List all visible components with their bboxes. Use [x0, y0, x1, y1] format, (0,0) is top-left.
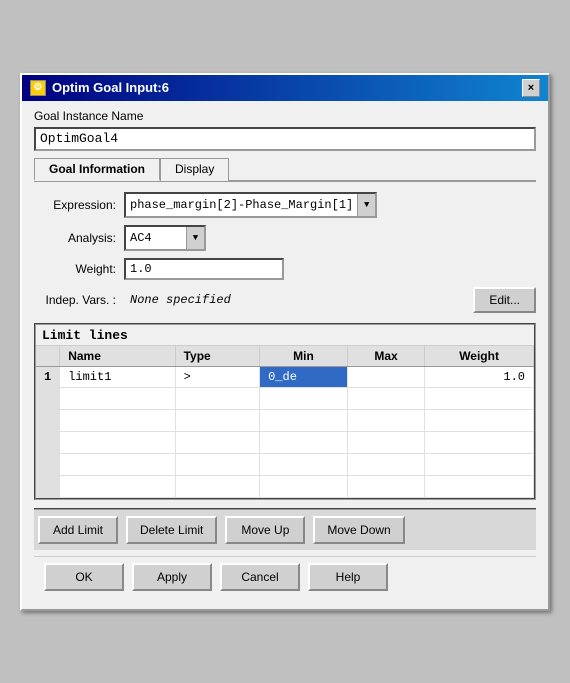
window-content: Goal Instance Name Goal Information Disp… [22, 101, 548, 609]
empty-min [260, 387, 348, 409]
limit-lines-section: Limit lines Name Type Min Max Weight 1 [34, 323, 536, 500]
tab-bar: Goal Information Display [34, 157, 536, 182]
limit-table-body: 1 limit1 > 0_de 1.0 [36, 366, 534, 497]
header-row-num [36, 346, 60, 367]
goal-instance-input[interactable] [34, 127, 536, 151]
move-down-button[interactable]: Move Down [313, 516, 404, 544]
close-button[interactable]: × [522, 79, 540, 97]
help-button[interactable]: Help [308, 563, 388, 591]
empty-name [60, 387, 175, 409]
expression-label: Expression: [34, 198, 124, 212]
indep-vars-label: Indep. Vars. : [34, 293, 124, 307]
empty-row-2 [36, 409, 534, 431]
title-bar: ⚙ Optim Goal Input:6 × [22, 75, 548, 101]
table-header-row: Name Type Min Max Weight [36, 346, 534, 367]
empty-row-3 [36, 431, 534, 453]
empty-row-num [36, 387, 60, 409]
indep-vars-value: None specified [130, 293, 231, 307]
empty-row-4 [36, 453, 534, 475]
table-row[interactable]: 1 limit1 > 0_de 1.0 [36, 366, 534, 387]
row-num-cell: 1 [36, 366, 60, 387]
analysis-value: AC4 [126, 227, 186, 249]
title-bar-left: ⚙ Optim Goal Input:6 [30, 80, 169, 96]
empty-row-5 [36, 475, 534, 497]
action-buttons-bar: Add Limit Delete Limit Move Up Move Down [34, 508, 536, 550]
empty-row-1 [36, 387, 534, 409]
row-max-cell[interactable] [347, 366, 424, 387]
limit-lines-title: Limit lines [36, 325, 534, 346]
expression-dropdown[interactable]: phase_margin[2]-Phase_Margin[1] ▼ [124, 192, 377, 218]
weight-input[interactable] [124, 258, 284, 280]
add-limit-button[interactable]: Add Limit [38, 516, 118, 544]
expression-row: Expression: phase_margin[2]-Phase_Margin… [34, 192, 536, 218]
cancel-button[interactable]: Cancel [220, 563, 300, 591]
indep-vars-row: Indep. Vars. : None specified Edit... [34, 287, 536, 313]
row-weight-cell[interactable]: 1.0 [425, 366, 534, 387]
ok-button[interactable]: OK [44, 563, 124, 591]
tab-display[interactable]: Display [160, 158, 229, 181]
analysis-label: Analysis: [34, 231, 124, 245]
header-max: Max [347, 346, 424, 367]
analysis-dropdown[interactable]: AC4 ▼ [124, 225, 206, 251]
indep-vars-left: Indep. Vars. : None specified [34, 293, 231, 307]
expression-value: phase_margin[2]-Phase_Margin[1] [126, 194, 357, 216]
row-min-cell[interactable]: 0_de [260, 366, 348, 387]
header-name: Name [60, 346, 175, 367]
move-up-button[interactable]: Move Up [225, 516, 305, 544]
window-icon: ⚙ [30, 80, 46, 96]
row-type-cell[interactable]: > [175, 366, 260, 387]
window-title: Optim Goal Input:6 [52, 80, 169, 95]
goal-instance-label: Goal Instance Name [34, 109, 536, 123]
edit-button[interactable]: Edit... [473, 287, 536, 313]
empty-weight [425, 387, 534, 409]
footer-buttons-bar: OK Apply Cancel Help [34, 556, 536, 599]
weight-label: Weight: [34, 262, 124, 276]
header-min: Min [260, 346, 348, 367]
apply-button[interactable]: Apply [132, 563, 212, 591]
header-weight: Weight [425, 346, 534, 367]
limit-table: Name Type Min Max Weight 1 limit1 > 0_de [36, 346, 534, 498]
expression-arrow-icon[interactable]: ▼ [357, 194, 375, 216]
analysis-row: Analysis: AC4 ▼ [34, 225, 536, 251]
header-type: Type [175, 346, 260, 367]
main-window: ⚙ Optim Goal Input:6 × Goal Instance Nam… [20, 73, 550, 611]
empty-type [175, 387, 260, 409]
row-name-cell[interactable]: limit1 [60, 366, 175, 387]
empty-max [347, 387, 424, 409]
analysis-arrow-icon[interactable]: ▼ [186, 227, 204, 249]
tab-goal-information[interactable]: Goal Information [34, 158, 160, 181]
weight-row: Weight: [34, 258, 536, 280]
delete-limit-button[interactable]: Delete Limit [126, 516, 217, 544]
